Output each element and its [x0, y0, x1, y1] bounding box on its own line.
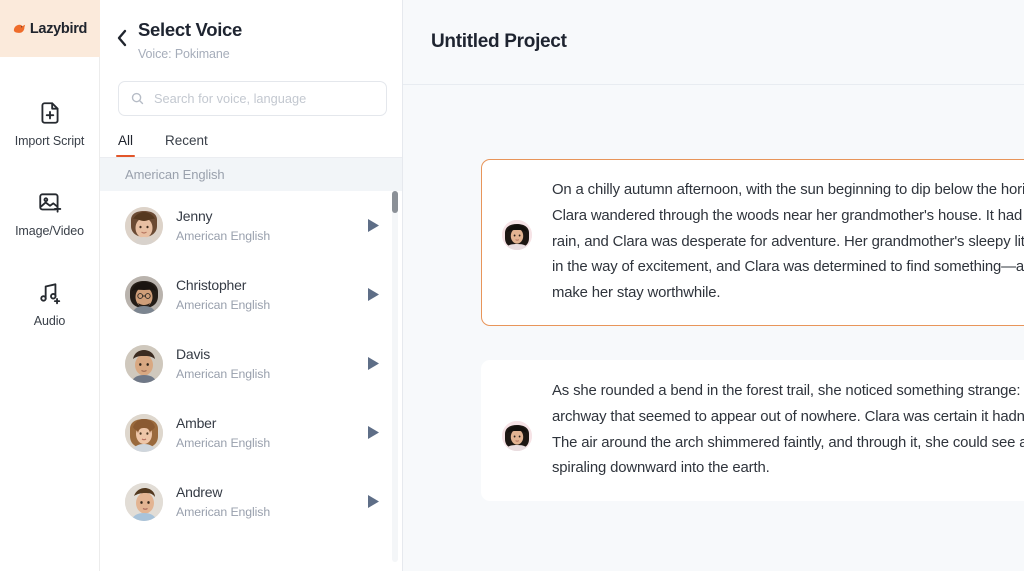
panel-title: Select Voice: [138, 19, 242, 41]
avatar-image: [125, 345, 163, 383]
list-item-meta: Christopher American English: [176, 277, 349, 312]
voice-panel-titles: Select Voice Voice: Pokimane: [138, 17, 242, 61]
voice-language: American English: [176, 436, 349, 450]
avatar-image: [125, 414, 163, 452]
list-item[interactable]: Jenny American English: [100, 191, 402, 260]
voice-list: Jenny American English: [100, 191, 402, 571]
music-note-plus-icon: [37, 280, 63, 306]
rail-item-audio[interactable]: Audio: [0, 270, 99, 334]
app-root: Lazybird Import Script Image/Video: [0, 0, 1024, 571]
app-logo-text: Lazybird: [30, 21, 87, 37]
list-item[interactable]: Andrew American English: [100, 467, 402, 536]
voice-name: Davis: [176, 346, 349, 362]
voice-tabs: All Recent: [100, 116, 402, 157]
avatar: [502, 421, 532, 451]
avatar-image: [125, 207, 163, 245]
list-item[interactable]: Christopher American English: [100, 260, 402, 329]
search-input[interactable]: [154, 91, 375, 106]
avatar-image: [125, 483, 163, 521]
main-area: Untitled Project On a chilly a: [403, 0, 1024, 571]
voice-language: American English: [176, 505, 349, 519]
rail-label-audio: Audio: [34, 314, 65, 328]
list-item[interactable]: Amber American English: [100, 398, 402, 467]
play-icon: [367, 356, 380, 371]
avatar-image: [125, 276, 163, 314]
script-block[interactable]: On a chilly autumn afternoon, with the s…: [481, 159, 1024, 326]
play-button[interactable]: [362, 422, 384, 444]
play-icon: [367, 425, 380, 440]
file-plus-icon: [37, 100, 63, 126]
voice-language: American English: [176, 298, 349, 312]
avatar-image: [502, 220, 532, 250]
search-box[interactable]: [118, 81, 387, 116]
tab-all[interactable]: All: [118, 133, 133, 157]
play-button[interactable]: [362, 353, 384, 375]
play-icon: [367, 218, 380, 233]
voice-language: American English: [176, 229, 349, 243]
rail-label-image-video: Image/Video: [15, 224, 84, 238]
play-button[interactable]: [362, 284, 384, 306]
search-wrap: [100, 61, 402, 116]
script-block[interactable]: As she rounded a bend in the forest trai…: [481, 360, 1024, 501]
voice-name: Christopher: [176, 277, 349, 293]
voice-name: Andrew: [176, 484, 349, 500]
play-button[interactable]: [362, 491, 384, 513]
avatar: [502, 220, 532, 250]
voice-name: Jenny: [176, 208, 349, 224]
voice-group-header: American English: [100, 158, 402, 191]
script-blocks: On a chilly autumn afternoon, with the s…: [403, 85, 1024, 571]
rail-item-import-script[interactable]: Import Script: [0, 90, 99, 154]
script-block-text[interactable]: On a chilly autumn afternoon, with the s…: [552, 178, 1024, 307]
voice-panel-header: Select Voice Voice: Pokimane: [100, 0, 402, 61]
tab-recent[interactable]: Recent: [165, 133, 208, 157]
back-button[interactable]: [112, 27, 132, 49]
list-item-meta: Amber American English: [176, 415, 349, 450]
rail-item-image-video[interactable]: Image/Video: [0, 180, 99, 244]
page-title[interactable]: Untitled Project: [431, 31, 567, 53]
play-icon: [367, 287, 380, 302]
voice-list-scrollbar-thumb[interactable]: [392, 191, 398, 213]
selected-voice-label: Voice: Pokimane: [138, 47, 242, 61]
list-item-meta: Jenny American English: [176, 208, 349, 243]
voice-name: Amber: [176, 415, 349, 431]
voice-list-scrollbar[interactable]: [392, 191, 398, 562]
avatar: [125, 276, 163, 314]
avatar: [125, 414, 163, 452]
rail-items: Import Script Image/Video Audio: [0, 90, 99, 360]
app-logo[interactable]: Lazybird: [0, 0, 100, 57]
script-block-text[interactable]: As she rounded a bend in the forest trai…: [552, 379, 1024, 482]
rail-label-import-script: Import Script: [15, 134, 85, 148]
left-rail: Lazybird Import Script Image/Video: [0, 0, 100, 571]
voice-panel: Select Voice Voice: Pokimane All Recent …: [100, 0, 403, 571]
avatar: [125, 345, 163, 383]
image-plus-icon: [37, 190, 63, 216]
voice-language: American English: [176, 367, 349, 381]
avatar: [125, 483, 163, 521]
avatar-image: [502, 421, 532, 451]
list-item-meta: Davis American English: [176, 346, 349, 381]
bird-icon: [12, 21, 27, 36]
search-icon: [130, 91, 145, 106]
main-header: Untitled Project: [403, 0, 1024, 85]
avatar: [125, 207, 163, 245]
list-item[interactable]: Davis American English: [100, 329, 402, 398]
play-icon: [367, 494, 380, 509]
play-button[interactable]: [362, 215, 384, 237]
chevron-left-icon: [116, 29, 128, 47]
list-item-meta: Andrew American English: [176, 484, 349, 519]
